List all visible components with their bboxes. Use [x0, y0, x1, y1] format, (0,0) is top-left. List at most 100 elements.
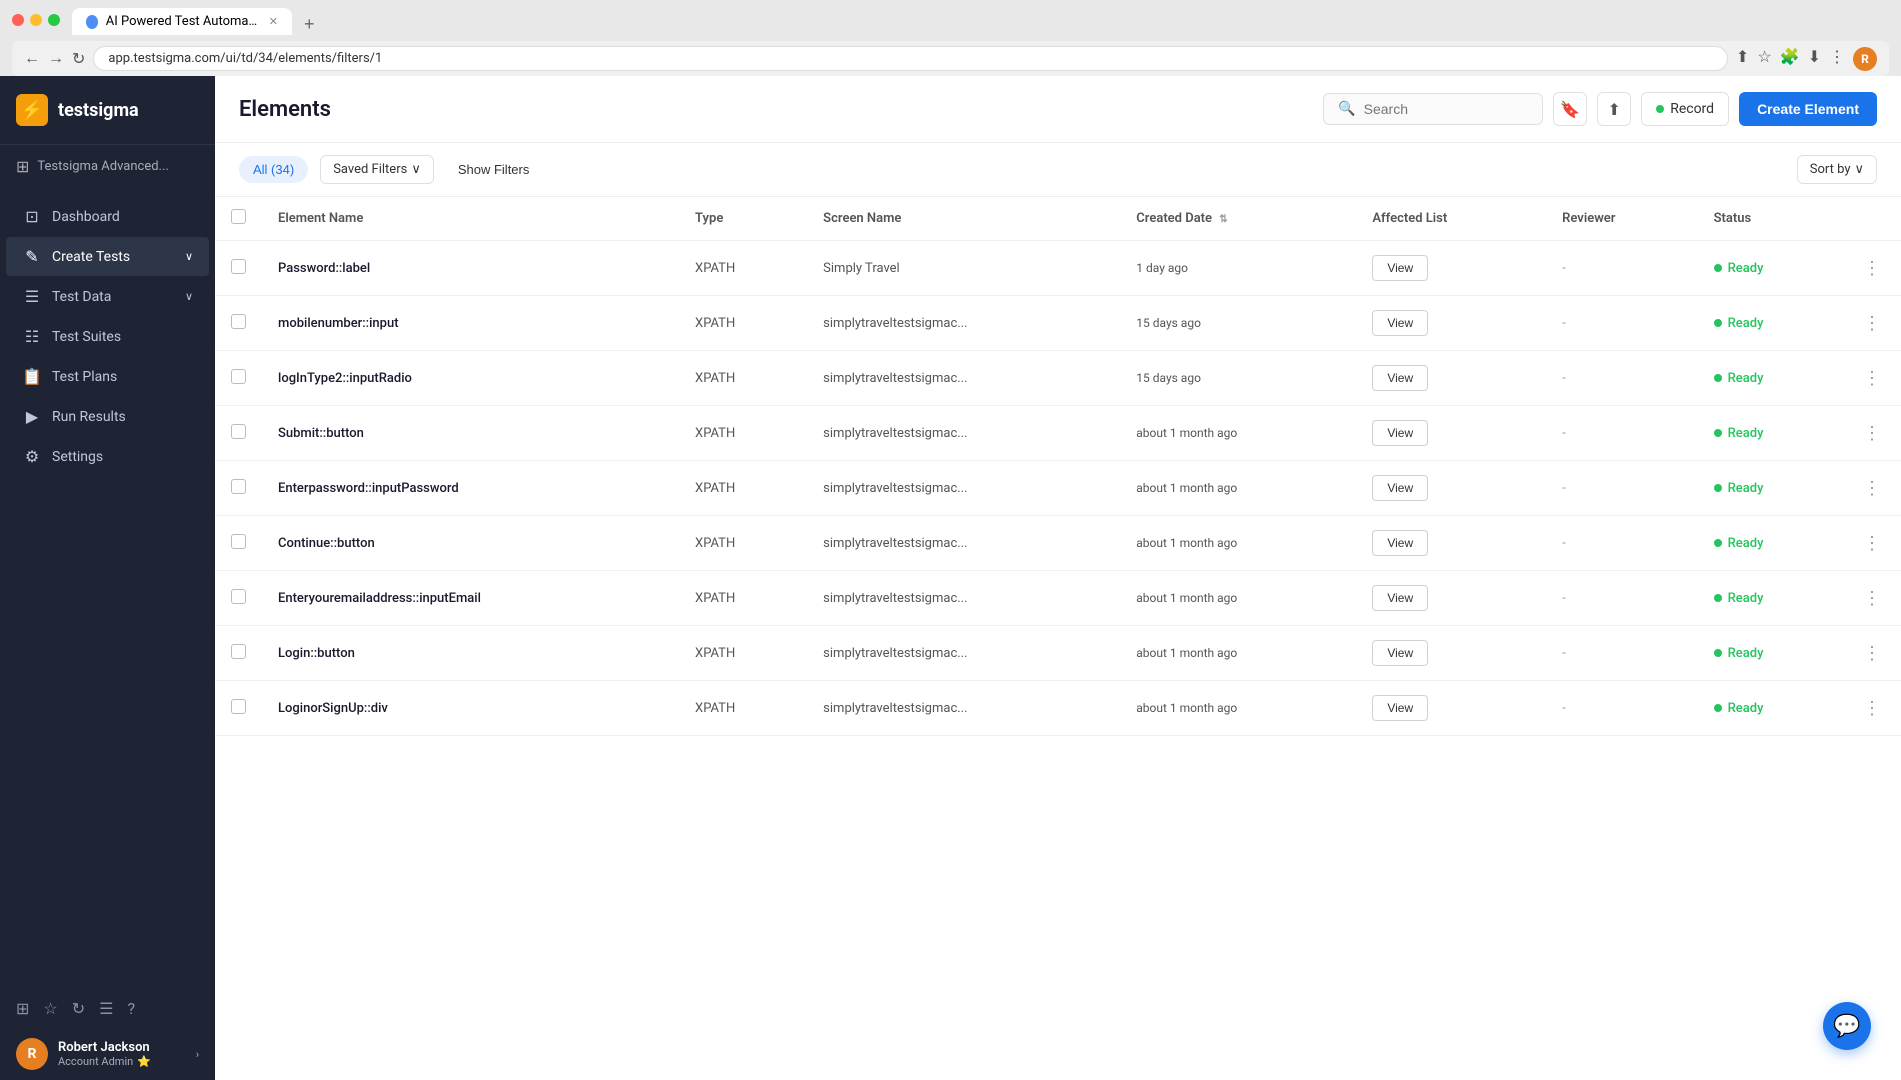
- help-tool-icon[interactable]: ?: [128, 999, 136, 1018]
- sort-by-button[interactable]: Sort by ∨: [1797, 155, 1877, 184]
- bookmark-button[interactable]: 🔖: [1553, 92, 1587, 126]
- affected-list-cell: View: [1356, 406, 1546, 461]
- refresh-button[interactable]: ↻: [72, 49, 85, 69]
- close-traffic-light[interactable]: [12, 14, 24, 26]
- sidebar-item-dashboard[interactable]: ⊡ Dashboard: [6, 197, 209, 236]
- reviewer-value: -: [1562, 261, 1566, 276]
- active-tab[interactable]: AI Powered Test Automation P... ✕: [72, 8, 292, 35]
- sidebar-item-test-plans[interactable]: 📋 Test Plans: [6, 357, 209, 396]
- row-checkbox[interactable]: [231, 479, 246, 494]
- sidebar-item-run-results[interactable]: ▶ Run Results: [6, 397, 209, 436]
- address-bar[interactable]: app.testsigma.com/ui/td/34/elements/filt…: [93, 46, 1728, 71]
- row-actions-menu[interactable]: ⋮: [1859, 533, 1885, 554]
- view-affected-button[interactable]: View: [1372, 530, 1428, 556]
- maximize-traffic-light[interactable]: [48, 14, 60, 26]
- sidebar-item-create-tests[interactable]: ✎ Create Tests ∨: [6, 237, 209, 276]
- row-checkbox[interactable]: [231, 259, 246, 274]
- row-actions-menu[interactable]: ⋮: [1859, 478, 1885, 499]
- avatar-initial: R: [28, 1046, 37, 1062]
- col-element-name: Element Name: [262, 197, 679, 241]
- date-cell: about 1 month ago: [1120, 626, 1356, 681]
- status-dot-icon: [1714, 319, 1722, 327]
- status-label: Ready: [1728, 371, 1764, 386]
- row-actions-menu[interactable]: ⋮: [1859, 423, 1885, 444]
- extensions-icon[interactable]: 🧩: [1780, 47, 1800, 71]
- show-filters-button[interactable]: Show Filters: [446, 156, 542, 183]
- sidebar-item-settings[interactable]: ⚙ Settings: [6, 437, 209, 476]
- element-name: Login::button: [278, 646, 355, 661]
- user-profile[interactable]: R Robert Jackson Account Admin ⭐ ›: [0, 1028, 215, 1080]
- saved-filters-button[interactable]: Saved Filters ∨: [320, 155, 434, 184]
- row-checkbox[interactable]: [231, 589, 246, 604]
- export-button[interactable]: ⬆: [1597, 92, 1631, 126]
- row-actions-menu[interactable]: ⋮: [1859, 588, 1885, 609]
- view-affected-button[interactable]: View: [1372, 365, 1428, 391]
- type-cell: XPATH: [679, 516, 807, 571]
- grid-tool-icon[interactable]: ⊞: [16, 999, 29, 1018]
- menu-icon[interactable]: ⋮: [1829, 47, 1845, 71]
- row-checkbox[interactable]: [231, 369, 246, 384]
- user-chevron-right-icon: ›: [196, 1048, 199, 1061]
- sort-icon[interactable]: ⇅: [1219, 214, 1227, 225]
- row-checkbox[interactable]: [231, 534, 246, 549]
- list-tool-icon[interactable]: ☰: [99, 999, 113, 1018]
- sidebar-item-test-suites[interactable]: ☷ Test Suites: [6, 317, 209, 356]
- star-tool-icon[interactable]: ☆: [43, 999, 57, 1018]
- reviewer-cell: -: [1546, 461, 1697, 516]
- refresh-tool-icon[interactable]: ↻: [72, 999, 85, 1018]
- browser-tabs: AI Powered Test Automation P... ✕ +: [72, 8, 323, 35]
- view-affected-button[interactable]: View: [1372, 585, 1428, 611]
- reviewer-value: -: [1562, 701, 1566, 716]
- tab-close-button[interactable]: ✕: [269, 15, 278, 28]
- chat-button[interactable]: 💬: [1823, 1002, 1871, 1050]
- view-affected-button[interactable]: View: [1372, 695, 1428, 721]
- affected-list-cell: View: [1356, 461, 1546, 516]
- sidebar-nav: ⊡ Dashboard ✎ Create Tests ∨ ☰ Test Data…: [0, 188, 215, 989]
- element-name: logInType2::inputRadio: [278, 371, 412, 386]
- sidebar-item-label: Test Suites: [52, 329, 121, 345]
- select-all-checkbox[interactable]: [231, 209, 246, 224]
- row-checkbox[interactable]: [231, 424, 246, 439]
- record-button[interactable]: Record: [1641, 92, 1729, 126]
- view-affected-button[interactable]: View: [1372, 420, 1428, 446]
- element-type: XPATH: [695, 371, 735, 386]
- row-checkbox[interactable]: [231, 314, 246, 329]
- reviewer-value: -: [1562, 426, 1566, 441]
- bookmark-icon[interactable]: ☆: [1757, 47, 1771, 71]
- view-affected-button[interactable]: View: [1372, 310, 1428, 336]
- status-cell: Ready: [1698, 571, 1843, 626]
- created-date: about 1 month ago: [1136, 646, 1237, 660]
- create-element-button[interactable]: Create Element: [1739, 92, 1877, 126]
- sidebar: ⚡ testsigma ⊞ Testsigma Advanced... ⊡ Da…: [0, 76, 215, 1080]
- type-cell: XPATH: [679, 241, 807, 296]
- row-menu-cell: ⋮: [1843, 681, 1901, 736]
- new-tab-button[interactable]: +: [296, 14, 323, 35]
- row-actions-menu[interactable]: ⋮: [1859, 368, 1885, 389]
- type-cell: XPATH: [679, 406, 807, 461]
- share-icon[interactable]: ⬆: [1736, 47, 1749, 71]
- reviewer-value: -: [1562, 591, 1566, 606]
- row-actions-menu[interactable]: ⋮: [1859, 258, 1885, 279]
- sidebar-item-test-data[interactable]: ☰ Test Data ∨: [6, 277, 209, 316]
- minimize-traffic-light[interactable]: [30, 14, 42, 26]
- row-actions-menu[interactable]: ⋮: [1859, 643, 1885, 664]
- profile-avatar[interactable]: R: [1853, 47, 1877, 71]
- affected-list-cell: View: [1356, 351, 1546, 406]
- row-actions-menu[interactable]: ⋮: [1859, 313, 1885, 334]
- forward-button[interactable]: →: [48, 50, 64, 68]
- status-badge: Ready: [1714, 701, 1827, 716]
- back-button[interactable]: ←: [24, 50, 40, 68]
- row-actions-menu[interactable]: ⋮: [1859, 698, 1885, 719]
- sidebar-item-label: Dashboard: [52, 209, 120, 225]
- all-filter-tab[interactable]: All (34): [239, 156, 308, 183]
- search-input[interactable]: [1364, 101, 1529, 117]
- row-checkbox[interactable]: [231, 699, 246, 714]
- workspace-selector[interactable]: ⊞ Testsigma Advanced...: [0, 145, 215, 188]
- view-affected-button[interactable]: View: [1372, 475, 1428, 501]
- view-affected-button[interactable]: View: [1372, 255, 1428, 281]
- download-icon[interactable]: ⬇: [1808, 47, 1821, 71]
- view-affected-button[interactable]: View: [1372, 640, 1428, 666]
- row-checkbox[interactable]: [231, 644, 246, 659]
- create-tests-icon: ✎: [22, 247, 42, 266]
- type-cell: XPATH: [679, 461, 807, 516]
